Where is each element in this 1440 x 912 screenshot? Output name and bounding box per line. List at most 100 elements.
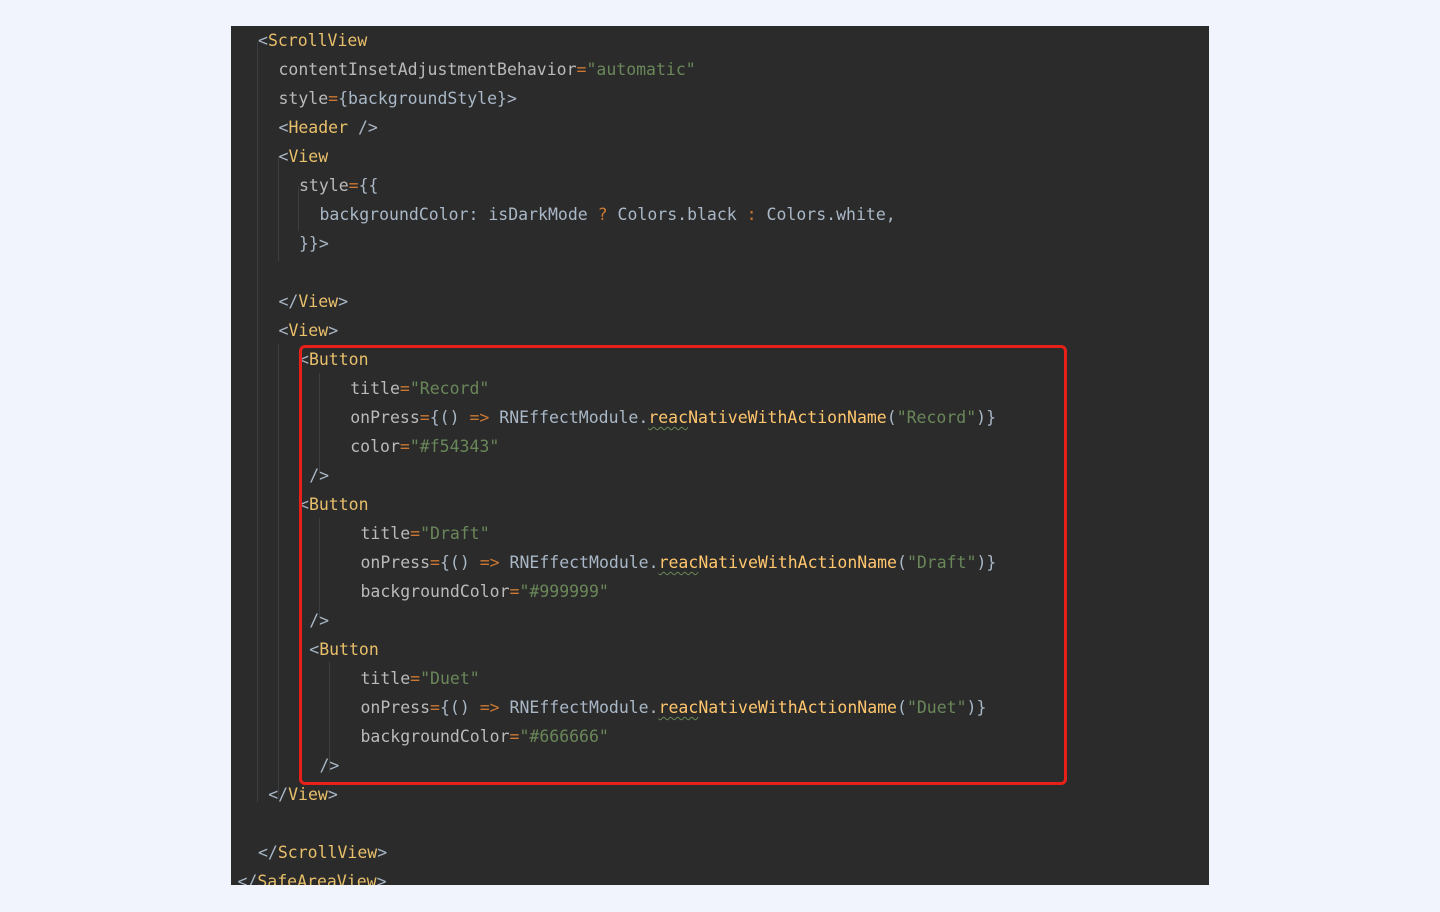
code-line[interactable]: </ScrollView> <box>258 838 387 867</box>
code-token: "automatic" <box>586 60 696 79</box>
code-token: Button <box>319 640 379 659</box>
code-token: > <box>338 292 349 311</box>
code-token: < <box>299 350 309 369</box>
code-token: > <box>328 321 339 340</box>
code-token: /> <box>319 756 340 775</box>
code-token: /> <box>348 118 378 137</box>
code-token: = <box>399 379 410 398</box>
code-token: "Draft" <box>906 553 977 572</box>
code-line[interactable]: }}> <box>299 229 329 258</box>
code-line[interactable]: title="Record" <box>350 374 489 403</box>
code-token: > <box>377 843 388 862</box>
code-token: > <box>376 872 387 885</box>
code-token: => <box>469 408 490 427</box>
code-token: < <box>309 640 320 659</box>
indent-guide <box>257 42 258 802</box>
code-line[interactable]: /> <box>309 606 329 635</box>
code-token: = <box>419 408 430 427</box>
code-token: </ <box>258 843 278 862</box>
code-token: NativeWithActionName <box>698 553 897 572</box>
code-token: color <box>350 437 400 456</box>
code-line[interactable]: <Button <box>299 490 369 519</box>
code-line[interactable]: backgroundColor: isDarkMode ? Colors.bla… <box>320 200 896 229</box>
code-line[interactable]: onPress={() => RNEffectModule.reacNative… <box>361 693 987 722</box>
code-token: ? <box>597 205 608 224</box>
code-token: backgroundColor: isDarkMode <box>319 205 598 224</box>
code-line[interactable]: <Button <box>309 635 379 664</box>
code-line[interactable]: <Header /> <box>279 113 378 142</box>
code-line[interactable]: </View> <box>268 780 338 809</box>
code-line[interactable]: title="Duet" <box>361 664 480 693</box>
code-token: reac <box>658 553 699 572</box>
code-line[interactable]: /> <box>320 751 340 780</box>
code-line[interactable]: </SafeAreaView> <box>238 867 387 885</box>
code-token: : <box>746 205 757 224</box>
code-token: contentInsetAdjustmentBehavior <box>278 60 577 79</box>
code-token: RNEffectModule. <box>499 698 659 717</box>
code-token: ( <box>897 698 907 717</box>
code-token: Colors.white, <box>756 205 896 224</box>
code-line[interactable]: <View <box>279 142 329 171</box>
code-token: View <box>288 785 328 804</box>
code-line[interactable]: /> <box>309 461 329 490</box>
code-token: NativeWithActionName <box>688 408 887 427</box>
code-line[interactable]: <View> <box>279 316 339 345</box>
code-token: = <box>509 582 520 601</box>
code-token: = <box>410 524 421 543</box>
code-token: Colors.black <box>607 205 747 224</box>
code-token: reac <box>648 408 689 427</box>
code-line[interactable]: style={backgroundStyle}> <box>279 84 517 113</box>
indent-guide <box>319 373 320 473</box>
code-token: SafeAreaView <box>257 872 377 885</box>
code-token: "#999999" <box>519 582 609 601</box>
code-token: title <box>350 379 400 398</box>
code-token: ScrollView <box>267 31 368 50</box>
code-token: "Duet" <box>906 698 967 717</box>
code-token: </ <box>237 872 258 885</box>
code-line[interactable]: onPress={() => RNEffectModule.reacNative… <box>361 548 997 577</box>
code-token: {() <box>429 408 470 427</box>
code-line[interactable]: color="#f54343" <box>350 432 499 461</box>
code-line[interactable]: <Button <box>299 345 369 374</box>
code-token: style <box>278 89 329 108</box>
code-line[interactable]: <ScrollView <box>258 26 367 55</box>
code-token: > <box>327 785 338 804</box>
code-token: onPress <box>350 408 420 427</box>
code-token: {{ <box>358 176 379 195</box>
code-token: /> <box>309 466 330 485</box>
code-token: => <box>479 698 500 717</box>
code-token: )} <box>966 698 987 717</box>
code-line[interactable]: onPress={() => RNEffectModule.reacNative… <box>350 403 996 432</box>
code-token: "Record" <box>409 379 490 398</box>
code-token: < <box>278 147 289 166</box>
code-token: View <box>298 292 339 311</box>
code-token: ( <box>886 408 897 427</box>
code-token: </ <box>268 785 289 804</box>
code-token: {() <box>439 553 480 572</box>
code-line[interactable]: backgroundColor="#999999" <box>361 577 609 606</box>
code-line[interactable]: backgroundColor="#666666" <box>361 722 609 751</box>
code-token: = <box>430 553 440 572</box>
code-token: < <box>278 321 289 340</box>
code-token: "#f54343" <box>409 437 500 456</box>
code-token: reac <box>658 698 699 717</box>
code-token: Button <box>308 350 369 369</box>
code-token: NativeWithActionName <box>698 698 897 717</box>
code-line[interactable]: </View> <box>279 287 349 316</box>
indent-guide <box>319 518 320 618</box>
code-token: title <box>360 669 411 688</box>
code-token: "Record" <box>896 408 977 427</box>
code-editor[interactable]: <ScrollView contentInsetAdjustmentBehavio… <box>231 26 1209 885</box>
code-token: style <box>299 176 349 195</box>
code-token: Button <box>308 495 369 514</box>
code-token: onPress <box>360 553 431 572</box>
code-token: = <box>328 89 339 108</box>
code-line[interactable]: title="Draft" <box>361 519 490 548</box>
code-token: View <box>288 321 329 340</box>
code-token: < <box>299 495 309 514</box>
code-token: < <box>278 118 289 137</box>
code-line[interactable]: style={{ <box>299 171 378 200</box>
code-token: )} <box>976 408 997 427</box>
code-line[interactable]: contentInsetAdjustmentBehavior="automati… <box>279 55 696 84</box>
code-token: backgroundColor <box>360 727 510 746</box>
